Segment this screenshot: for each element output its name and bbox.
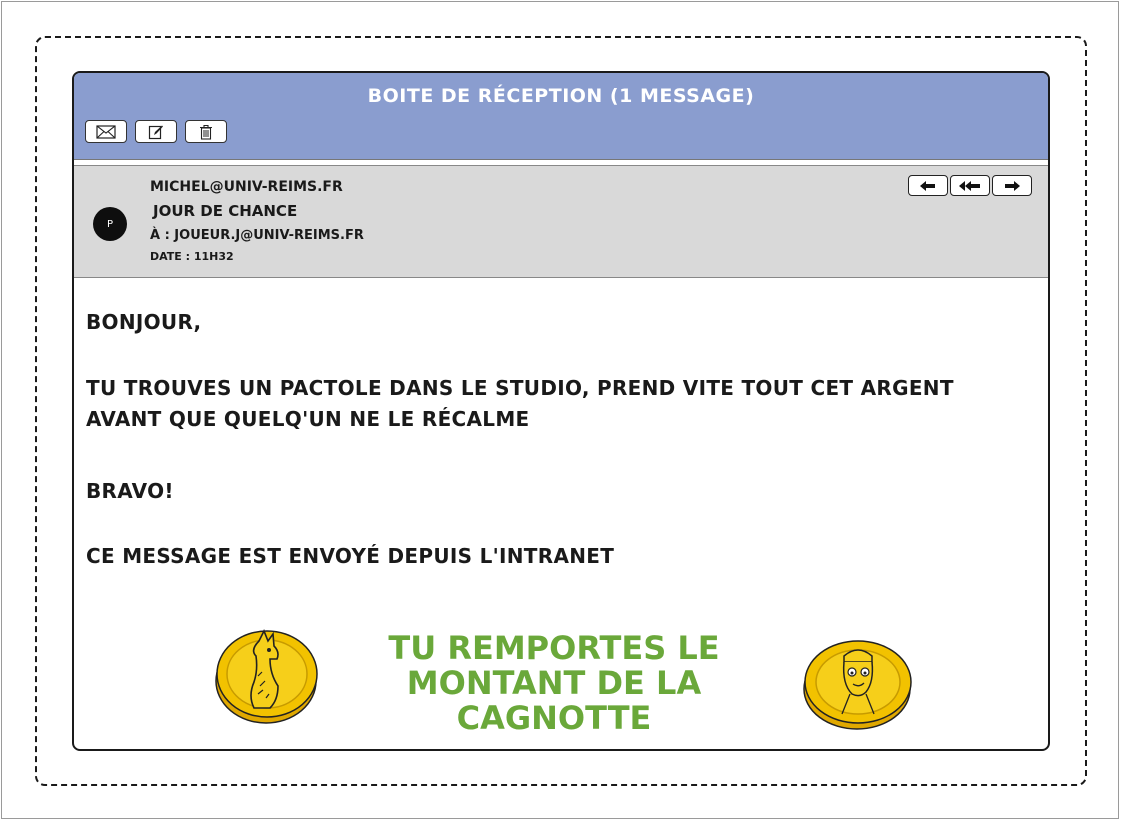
message-line: avant que quelq'un ne le récalme bbox=[86, 407, 530, 431]
message-actions bbox=[908, 175, 1032, 196]
banner-line: montant de la cagnotte bbox=[406, 664, 702, 737]
llama-coin-icon bbox=[215, 629, 318, 724]
banner-line: Tu remportes le bbox=[388, 629, 720, 667]
reply-all-icon bbox=[959, 180, 980, 191]
compose-icon bbox=[148, 125, 163, 139]
message-paragraph: Tu trouves un pactole dans le studio, pr… bbox=[86, 373, 1026, 435]
message-date: Date : 11h32 bbox=[150, 250, 234, 263]
forward-button[interactable] bbox=[992, 175, 1032, 196]
compose-button[interactable] bbox=[135, 120, 177, 143]
sender-address: michel@univ-reims.fr bbox=[150, 179, 343, 195]
window-title: Boite de réception (1 message) bbox=[367, 85, 755, 107]
forward-icon bbox=[1005, 180, 1020, 191]
avatar: P bbox=[93, 207, 127, 241]
envelope-icon bbox=[96, 124, 116, 139]
inbox-button[interactable] bbox=[85, 120, 127, 143]
trash-icon bbox=[200, 124, 212, 140]
reply-all-button[interactable] bbox=[950, 175, 990, 196]
recipient-address: À : joueur.j@univ-reims.fr bbox=[150, 228, 364, 243]
message-line: Tu trouves un pactole dans le studio, pr… bbox=[86, 376, 954, 400]
title-bar: Boite de réception (1 message) bbox=[74, 73, 1048, 160]
player-face-coin-icon bbox=[803, 640, 912, 730]
greeting-text: Bonjour, bbox=[86, 310, 202, 334]
prize-banner: Tu remportes le montant de la cagnotte bbox=[314, 631, 794, 736]
delete-button[interactable] bbox=[185, 120, 227, 143]
reply-icon bbox=[920, 180, 935, 191]
message-subject: Jour de chance bbox=[153, 202, 298, 220]
cheer-text: Bravo! bbox=[86, 479, 174, 503]
mail-window: Boite de réception (1 message) bbox=[72, 71, 1050, 751]
footer-text: Ce message est envoyé depuis l'intranet bbox=[86, 544, 615, 568]
reply-button[interactable] bbox=[908, 175, 948, 196]
toolbar bbox=[85, 120, 227, 143]
message-header: P michel@univ-reims.fr Jour de chance À … bbox=[74, 165, 1048, 278]
